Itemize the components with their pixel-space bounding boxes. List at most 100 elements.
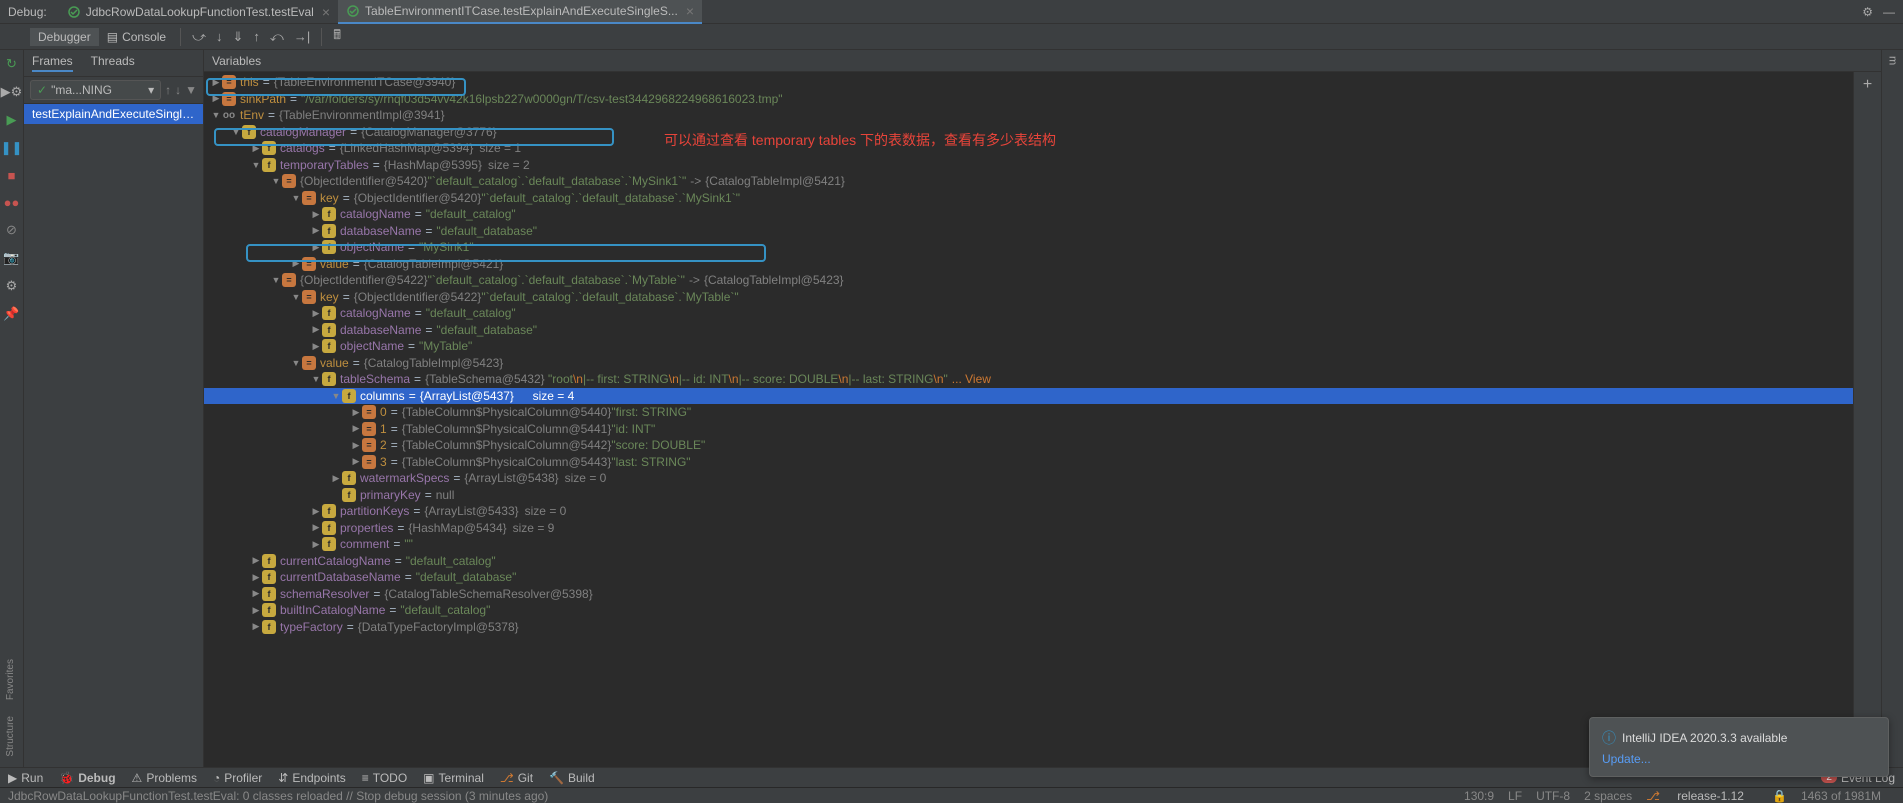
drop-frame-icon[interactable]: ⤺ [265,29,289,45]
plus-icon[interactable]: + [1863,76,1872,94]
var-catalogs[interactable]: ▶catalogs={LinkedHashMap@5394}size = 1 [204,140,1853,157]
var-key[interactable]: ▼key={ObjectIdentifier@5422} "`default_c… [204,289,1853,306]
build-tool[interactable]: 🔨Build [549,771,595,785]
var-catalogname[interactable]: ▶catalogName="default_catalog" [204,305,1853,322]
expand-icon[interactable]: ▶ [250,555,262,566]
collapse-icon[interactable]: ▼ [290,292,302,302]
var-columns[interactable]: ▼columns = {ArrayList@5437} size = 4 [204,388,1853,405]
expand-icon[interactable]: ▶ [250,605,262,616]
settings-icon[interactable]: ⚙ [6,278,18,294]
var-currentcatalogname[interactable]: ▶currentCatalogName="default_catalog" [204,553,1853,570]
pause-icon[interactable]: ❚❚ [1,140,23,156]
rerun-icon[interactable]: ↻ [6,56,17,72]
expand-icon[interactable]: ▶ [310,506,322,517]
expand-icon[interactable]: ▶ [210,93,222,104]
step-over-icon[interactable]: ⤻ [187,29,211,45]
var-col1[interactable]: ▶1={TableColumn$PhysicalColumn@5441} "id… [204,421,1853,438]
var-tenv[interactable]: ▼tEnv={TableEnvironmentImpl@3941} [204,107,1853,124]
expand-icon[interactable]: ▶ [350,407,362,418]
thread-dropdown[interactable]: ✓"ma...NING▾ [30,80,161,100]
prev-frame-icon[interactable]: ↑ [165,83,171,97]
expand-icon[interactable]: ▶ [250,143,262,154]
var-objectname[interactable]: ▶objectName="MyTable" [204,338,1853,355]
encoding[interactable]: UTF-8 [1536,789,1570,803]
var-this[interactable]: ▶this={TableEnvironmentITCase@3940} [204,74,1853,91]
resume-icon[interactable]: ▶ [7,112,17,128]
expand-icon[interactable]: ▶ [310,341,322,352]
variables-tree[interactable]: ▶this={TableEnvironmentITCase@3940} ▶sin… [204,72,1853,767]
var-sinkpath[interactable]: ▶sinkPath="/var/folders/sy/rnqf03d54vv42… [204,91,1853,108]
expand-icon[interactable]: ▶ [350,423,362,434]
expand-icon[interactable]: ▶ [310,522,322,533]
evaluate-icon[interactable]: 🖩 [328,26,346,48]
var-objectname[interactable]: ▶objectName="MySink1" [204,239,1853,256]
collapse-icon[interactable]: ▼ [270,275,282,285]
collapse-icon[interactable]: ▼ [210,110,222,120]
var-col2[interactable]: ▶2={TableColumn$PhysicalColumn@5442} "sc… [204,437,1853,454]
debugger-tab[interactable]: Debugger [30,28,99,46]
git-branch[interactable]: ⎇ release-1.12 [1646,789,1758,803]
collapse-icon[interactable]: ▼ [290,358,302,368]
var-typefactory[interactable]: ▶typeFactory={DataTypeFactoryImpl@5378} [204,619,1853,636]
var-builtincatalogname[interactable]: ▶builtInCatalogName="default_catalog" [204,602,1853,619]
close-icon[interactable]: × [686,3,694,19]
minimize-icon[interactable]: — [1883,5,1895,19]
var-databasename[interactable]: ▶databaseName="default_database" [204,223,1853,240]
collapse-icon[interactable]: ▼ [330,391,342,401]
var-value[interactable]: ▶value={CatalogTableImpl@5421} [204,256,1853,273]
expand-icon[interactable]: ▶ [310,539,322,550]
threads-tab[interactable]: Threads [91,54,135,72]
var-watermarkspecs[interactable]: ▶watermarkSpecs={ArrayList@5438}size = 0 [204,470,1853,487]
var-col0[interactable]: ▶0={TableColumn$PhysicalColumn@5440} "fi… [204,404,1853,421]
collapse-icon[interactable]: ▼ [230,127,242,137]
tab-jdbc-test[interactable]: JdbcRowDataLookupFunctionTest.testEval × [59,0,338,24]
expand-icon[interactable]: ▶ [250,588,262,599]
endpoints-tool[interactable]: ⇵Endpoints [278,771,345,785]
var-properties[interactable]: ▶properties={HashMap@5434}size = 9 [204,520,1853,537]
debug-tool[interactable]: 🐞Debug [59,771,115,785]
pin-icon[interactable]: 📌 [3,306,19,322]
var-databasename[interactable]: ▶databaseName="default_database" [204,322,1853,339]
stop-icon[interactable]: ■ [8,168,16,183]
var-map-entry[interactable]: ▼{ObjectIdentifier@5420} "`default_catal… [204,173,1853,190]
expand-icon[interactable]: ▶ [250,572,262,583]
terminal-tool[interactable]: ▣Terminal [423,771,484,785]
var-key[interactable]: ▼key={ObjectIdentifier@5420} "`default_c… [204,190,1853,207]
var-primarykey[interactable]: primaryKey=null [204,487,1853,504]
var-value[interactable]: ▼value={CatalogTableImpl@5423} [204,355,1853,372]
collapse-icon[interactable]: ▼ [290,193,302,203]
collapse-icon[interactable]: ▼ [270,176,282,186]
expand-icon[interactable]: ▶ [350,456,362,467]
expand-icon[interactable]: ▶ [250,621,262,632]
expand-icon[interactable]: ▶ [210,77,222,88]
expand-icon[interactable]: ▶ [310,225,322,236]
indent[interactable]: 2 spaces [1584,789,1632,803]
line-ending[interactable]: LF [1508,789,1522,803]
var-tableschema[interactable]: ▼tableSchema={TableSchema@5432} "root\n … [204,371,1853,388]
tab-table-env-test[interactable]: TableEnvironmentITCase.testExplainAndExe… [338,0,702,24]
expand-icon[interactable]: ▶ [330,473,342,484]
expand-icon[interactable]: ▶ [290,258,302,269]
var-map-entry[interactable]: ▼{ObjectIdentifier@5422} "`default_catal… [204,272,1853,289]
run-tool[interactable]: ▶Run [8,771,43,785]
problems-tool[interactable]: ⚠Problems [132,771,197,785]
console-tab[interactable]: ▤Console [99,28,174,46]
stack-frame[interactable]: testExplainAndExecuteSingleS [24,104,203,124]
var-schemaresolver[interactable]: ▶schemaResolver={CatalogTableSchemaResol… [204,586,1853,603]
var-partitionkeys[interactable]: ▶partitionKeys={ArrayList@5433}size = 0 [204,503,1853,520]
filter-icon[interactable]: ▼ [185,83,197,97]
run-to-cursor-icon[interactable]: →| [289,29,315,44]
collapse-icon[interactable]: ▼ [310,374,322,384]
step-into-icon[interactable]: ↓ [211,29,228,44]
maven-tab[interactable]: m [1887,56,1899,65]
force-step-into-icon[interactable]: ⇓ [228,29,249,45]
caret-position[interactable]: 130:9 [1464,789,1494,803]
collapse-icon[interactable]: ▼ [250,160,262,170]
lock-icon[interactable]: 🔒 [1772,789,1787,803]
memory-indicator[interactable]: 1463 of 1981M [1801,789,1881,803]
expand-icon[interactable]: ▶ [310,242,322,253]
view-link[interactable]: ... View [952,372,991,386]
mute-breakpoints-icon[interactable]: ⊘ [6,222,17,238]
gear-icon[interactable]: ⚙ [1862,5,1873,19]
next-frame-icon[interactable]: ↓ [175,83,181,97]
